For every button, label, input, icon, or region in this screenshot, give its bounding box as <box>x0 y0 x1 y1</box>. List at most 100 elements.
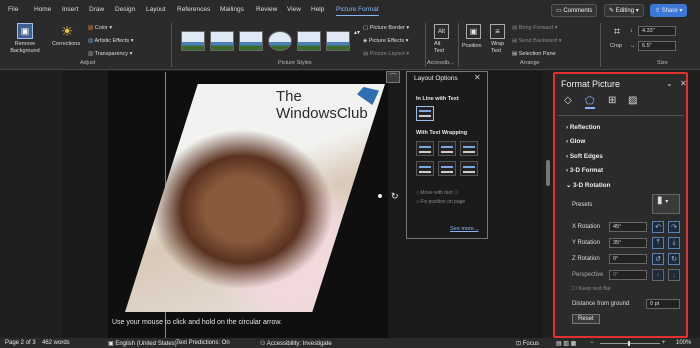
menu-review[interactable]: Review <box>256 6 277 13</box>
alt-text-icon[interactable]: Alt <box>434 24 449 39</box>
wrap-top-bottom-option[interactable] <box>416 161 434 176</box>
size-properties-icon[interactable]: ⊞ <box>608 95 616 106</box>
x-rotation-input[interactable]: 45° <box>609 222 647 232</box>
picture-style-2[interactable] <box>210 31 234 51</box>
rotate-counterclockwise-icon[interactable]: ↺ <box>652 253 664 265</box>
fill-line-icon[interactable]: ◇ <box>564 95 572 106</box>
share-button[interactable]: ⇧ Share ▾ <box>650 4 688 17</box>
zoom-level[interactable]: 100% <box>676 340 691 346</box>
vertical-scrollbar[interactable] <box>546 160 550 186</box>
wrap-square-option[interactable] <box>416 141 434 156</box>
text-predictions[interactable]: Text Predictions: On <box>176 340 230 346</box>
remove-background-icon[interactable]: ▣ <box>17 23 33 39</box>
widen-field-icon[interactable]: ↓ <box>668 269 680 281</box>
position-label[interactable]: Position <box>462 43 482 49</box>
rotate-clockwise-icon[interactable]: ↻ <box>668 253 680 265</box>
wrap-tight-option[interactable] <box>438 141 456 156</box>
page-count[interactable]: Page 2 of 3 <box>5 340 36 346</box>
menu-references[interactable]: References <box>177 6 210 13</box>
width-input[interactable]: 6.5" <box>638 41 676 51</box>
word-count[interactable]: 462 words <box>42 340 70 346</box>
wrap-text-icon[interactable]: ≡ <box>490 24 505 39</box>
comments-button[interactable]: ▭ Comments <box>551 4 598 17</box>
menu-file[interactable]: File <box>8 6 18 13</box>
rotate-right-icon[interactable]: ↷ <box>668 221 680 233</box>
rotate-handle-icon[interactable]: ↻ <box>391 191 399 202</box>
transparency-button[interactable]: ▨ Transparency ▾ <box>88 51 132 57</box>
styles-scroll-icon[interactable]: ▴▾ <box>354 29 360 36</box>
zoom-slider[interactable] <box>600 343 660 344</box>
rotate-left-icon[interactable]: ↶ <box>652 221 664 233</box>
chevron-down-icon[interactable]: ⌄ <box>666 79 673 88</box>
picture-style-3[interactable] <box>239 31 263 51</box>
move-with-text-radio[interactable]: ○ Move with text ⓘ <box>416 189 459 196</box>
picture-icon[interactable]: ▨ <box>628 95 637 106</box>
y-rotation-input[interactable]: 35° <box>609 238 647 248</box>
height-input[interactable]: 4.33" <box>638 26 676 36</box>
presets-dropdown[interactable]: ▮ ▾ <box>652 194 680 214</box>
menu-layout[interactable]: Layout <box>146 6 166 13</box>
menu-picture-format[interactable]: Picture Format <box>336 6 379 16</box>
zoom-slider-thumb[interactable] <box>628 341 630 346</box>
see-more-link[interactable]: See more... <box>450 226 478 232</box>
keep-text-flat-checkbox[interactable]: ☐ Keep text flat <box>572 286 611 292</box>
picture-style-1[interactable] <box>181 31 205 51</box>
focus-button[interactable]: ⊡ Focus <box>516 340 539 347</box>
rotate-down-icon[interactable]: ⤓ <box>668 237 680 249</box>
color-button[interactable]: ▨ Color ▾ <box>88 25 112 31</box>
corrections-label[interactable]: Corrections <box>52 41 80 47</box>
menu-insert[interactable]: Insert <box>62 6 78 13</box>
resize-handle[interactable] <box>378 194 382 198</box>
layout-options-button[interactable]: ⌒ <box>386 71 400 83</box>
picture-style-5[interactable] <box>297 31 321 51</box>
send-backward-button[interactable]: ▤ Send Backward ▾ <box>512 38 562 44</box>
menu-design[interactable]: Design <box>115 6 135 13</box>
menu-view[interactable]: View <box>287 6 301 13</box>
menu-help[interactable]: Help <box>311 6 324 13</box>
perspective-input[interactable]: 0° <box>609 270 647 280</box>
picture-style-6[interactable] <box>326 31 350 51</box>
rotate-up-icon[interactable]: ⤒ <box>652 237 664 249</box>
wrap-behind-option[interactable] <box>438 161 456 176</box>
picture-layout-button[interactable]: ▤ Picture Layout ▾ <box>363 51 409 57</box>
section-3d-rotation[interactable]: ⌄ 3-D Rotation <box>566 182 610 189</box>
selection-pane-button[interactable]: ▤ Selection Pane <box>512 51 556 57</box>
editing-button[interactable]: ✎ Editing ▾ <box>604 4 644 17</box>
artistic-effects-button[interactable]: ▨ Artistic Effects ▾ <box>88 38 133 44</box>
bring-forward-button[interactable]: ▤ Bring Forward ▾ <box>512 25 558 31</box>
fix-position-radio[interactable]: ○ Fix position on page <box>416 199 480 205</box>
reset-button[interactable]: Reset <box>572 314 600 324</box>
crop-label[interactable]: Crop <box>610 43 622 49</box>
language[interactable]: ▣ English (United States) <box>108 340 177 347</box>
zoom-in-icon[interactable]: + <box>662 340 666 346</box>
remove-background-label[interactable]: Remove Background <box>4 41 46 54</box>
picture-effects-button[interactable]: ◈ Picture Effects ▾ <box>363 38 408 44</box>
section-soft-edges[interactable]: › Soft Edges <box>566 153 603 160</box>
wrap-front-option[interactable] <box>460 161 478 176</box>
menu-home[interactable]: Home <box>34 6 51 13</box>
distance-input[interactable]: 0 pt <box>646 299 680 309</box>
section-glow[interactable]: › Glow <box>566 138 585 145</box>
section-reflection[interactable]: › Reflection <box>566 124 600 131</box>
alt-text-label[interactable]: Alt Text <box>434 41 450 54</box>
crop-icon[interactable]: ⌗ <box>610 25 624 39</box>
close-icon[interactable]: ✕ <box>474 73 481 82</box>
wrap-through-option[interactable] <box>460 141 478 156</box>
position-icon[interactable]: ▣ <box>466 24 481 39</box>
picture-border-button[interactable]: ▢ Picture Border ▾ <box>363 25 409 31</box>
zoom-out-icon[interactable]: − <box>590 340 594 346</box>
accessibility-status[interactable]: ⚇ Accessibility: Investigate <box>260 340 332 347</box>
narrow-field-icon[interactable]: ↑ <box>652 269 664 281</box>
view-mode-icons[interactable]: ▤ ▥ ▦ <box>556 340 576 347</box>
menu-mailings[interactable]: Mailings <box>220 6 244 13</box>
close-pane-icon[interactable]: ✕ <box>680 79 687 88</box>
menu-draw[interactable]: Draw <box>89 6 104 13</box>
ribbon-divider <box>425 23 426 67</box>
inline-option[interactable] <box>416 106 434 121</box>
picture-style-4[interactable] <box>268 31 292 51</box>
z-rotation-input[interactable]: 0° <box>609 254 647 264</box>
section-3d-format[interactable]: › 3-D Format <box>566 167 603 174</box>
wrap-text-label[interactable]: Wrap Text <box>491 41 505 54</box>
effects-icon[interactable]: ⬠ <box>585 94 595 109</box>
corrections-icon[interactable]: ☀ <box>58 22 76 40</box>
